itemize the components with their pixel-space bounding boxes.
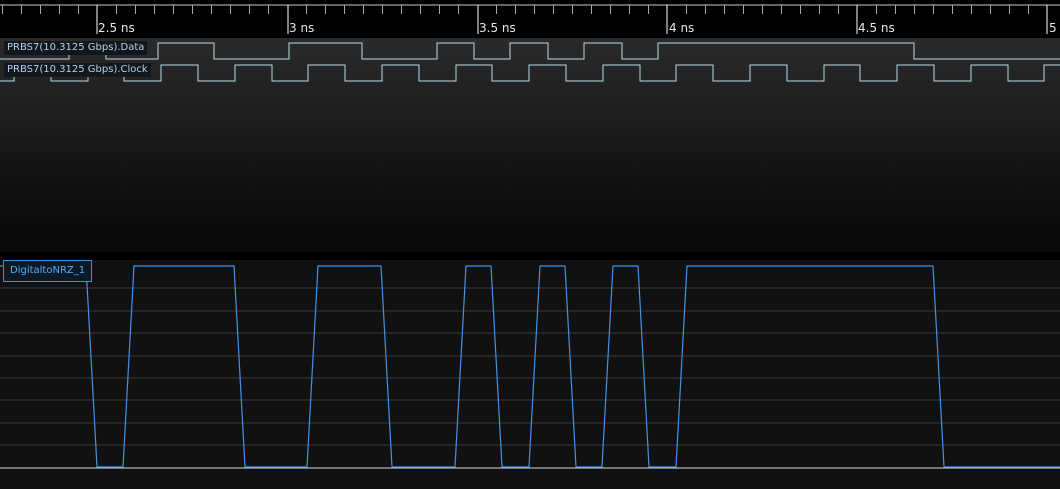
tick-label-5ns: 5 [1049,21,1057,35]
analog-trace-panel[interactable]: DigitaltoNRZ_1 [0,260,1060,489]
nrz-waveform [0,265,1060,468]
tick-label-3ns: 3 ns [289,21,314,35]
tick-label-3-5ns: 3.5 ns [479,21,516,35]
tick-label-4ns: 4 ns [669,21,694,35]
analog-trace-label[interactable]: DigitaltoNRZ_1 [3,260,93,282]
time-ruler[interactable]: 2.5 ns 3 ns 3.5 ns 4 ns 4.5 ns 5 [0,0,1060,38]
tick-label-2-5ns: 2.5 ns [98,21,135,35]
tick-label-4-5ns: 4.5 ns [858,21,895,35]
digital-trace-panel[interactable]: PRBS7(10.3125 Gbps).Data PRBS7(10.3125 G… [0,38,1060,252]
analog-trace-svg [0,265,1060,469]
data-waveform [0,42,1060,60]
digital-trace-svg [0,42,1060,82]
clock-trace-label[interactable]: PRBS7(10.3125 Gbps).Clock [4,63,151,77]
panel-separator [0,252,1060,260]
clock-waveform [0,64,1060,82]
time-ruler-svg: 2.5 ns 3 ns 3.5 ns 4 ns 4.5 ns 5 [0,4,1060,35]
data-trace-label[interactable]: PRBS7(10.3125 Gbps).Data [4,41,148,55]
